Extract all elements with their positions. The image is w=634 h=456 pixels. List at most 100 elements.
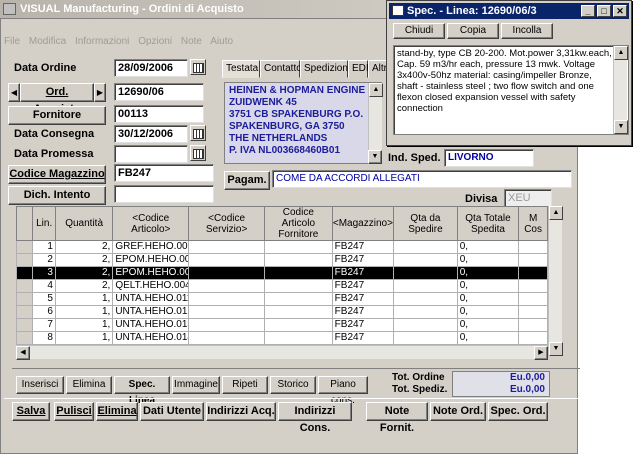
calendar-icon[interactable] — [190, 145, 206, 161]
cell-qtot[interactable]: 0, — [456, 318, 520, 332]
cell-m-cos[interactable] — [518, 292, 548, 306]
elimina-line-button[interactable]: Elimina — [66, 376, 112, 394]
address-dropdown-button[interactable]: ▼ — [368, 150, 382, 164]
cell-art[interactable]: GREF.HEHO.003 — [112, 240, 190, 254]
fornitore-field[interactable]: 00113 — [114, 105, 204, 123]
cell-art[interactable]: UNTA.HEHO.013 — [112, 318, 190, 332]
menu-aiuto[interactable]: Aiuto — [210, 36, 233, 47]
row-indicator[interactable] — [15, 279, 34, 293]
pagam-button[interactable]: Pagam. — [224, 171, 270, 190]
elimina-button[interactable]: Elimina — [96, 402, 138, 421]
table-row[interactable]: 5 1, UNTA.HEHO.011 FB247 0, — [15, 292, 548, 306]
row-indicator[interactable] — [15, 292, 34, 306]
menu-modifica[interactable]: Modifica — [29, 36, 66, 47]
scroll-right-icon[interactable]: ▶ — [534, 346, 548, 360]
note-ord-button[interactable]: Note Ord. — [430, 402, 486, 421]
menu-file[interactable]: File — [4, 36, 20, 47]
codice-magazzino-field[interactable]: FB247 — [114, 164, 214, 182]
codice-magazzino-button[interactable]: Codice Magazzino — [8, 165, 106, 184]
cell-mag[interactable]: FB247 — [331, 305, 395, 319]
cell-qtot[interactable]: 0, — [456, 279, 520, 293]
maximize-icon[interactable]: □ — [597, 5, 611, 17]
cell-serv[interactable] — [188, 266, 266, 280]
cell-serv[interactable] — [188, 305, 266, 319]
table-hscrollbar[interactable]: ◀ ▶ — [16, 345, 548, 360]
copia-button[interactable]: Copia — [447, 23, 499, 39]
data-consegna-field[interactable]: 30/12/2006 — [114, 125, 188, 143]
cell-qty[interactable]: 1, — [54, 292, 114, 306]
cell-qty[interactable]: 1, — [54, 305, 114, 319]
cell-qsped[interactable] — [393, 331, 458, 345]
cell-qsped[interactable] — [393, 318, 458, 332]
cell-m-cos[interactable] — [518, 253, 548, 267]
cell-m-cos[interactable] — [518, 318, 548, 332]
ord-acquisto-button[interactable]: Ord. Acquisto — [20, 83, 94, 115]
cell-qtot[interactable]: 0, — [456, 253, 520, 267]
cell-art[interactable]: UNTA.HEHO.011 — [112, 292, 190, 306]
tab-testata[interactable]: Testata — [222, 60, 260, 78]
menu-note[interactable]: Note — [181, 36, 202, 47]
col-codice-servizio[interactable]: <Codice Servizio> — [188, 206, 266, 241]
cell-qtot[interactable]: 0, — [456, 266, 520, 280]
col-codice-articolo-fornitore[interactable]: Codice Articolo Fornitore — [264, 206, 333, 241]
cell-serv[interactable] — [188, 318, 266, 332]
table-row[interactable]: 1 2, GREF.HEHO.003 FB247 0, — [15, 240, 548, 254]
row-indicator[interactable] — [15, 253, 34, 267]
chiudi-button[interactable]: Chiudi — [393, 23, 445, 39]
menu-opzioni[interactable]: Opzioni — [138, 36, 172, 47]
cell-qty[interactable]: 2, — [54, 279, 114, 293]
tab-contatto[interactable]: Contatto — [260, 60, 302, 78]
cell-art[interactable]: UNTA.HEHO.014 — [112, 331, 190, 345]
cell-serv[interactable] — [188, 279, 266, 293]
cell-m-cos[interactable] — [518, 279, 548, 293]
cell-serv[interactable] — [188, 331, 266, 345]
divisa-select[interactable]: XEU — [504, 189, 552, 207]
cell-mag[interactable]: FB247 — [331, 292, 395, 306]
table-scrollbar[interactable]: ▲ ▼ — [548, 206, 563, 356]
cell-mag[interactable]: FB247 — [331, 240, 395, 254]
col-m-cos[interactable]: M Cos — [518, 206, 548, 241]
close-icon[interactable]: ✕ — [613, 5, 627, 17]
col-quantita[interactable]: Quantità — [54, 206, 114, 241]
row-indicator[interactable] — [15, 240, 34, 254]
piano-cons-button[interactable]: Piano cons. — [318, 376, 368, 406]
scroll-up-icon[interactable]: ▲ — [369, 83, 383, 97]
cell-qty[interactable]: 2, — [54, 266, 114, 280]
col-qta-totale-spedita[interactable]: Qta Totale Spedita — [456, 206, 520, 241]
cell-m-cos[interactable] — [518, 266, 548, 280]
storico-button[interactable]: Storico — [270, 376, 316, 394]
cell-qtot[interactable]: 0, — [456, 240, 520, 254]
col-qta-da-spedire[interactable]: Qta da Spedire — [393, 206, 458, 241]
col-lin[interactable]: Lin. — [32, 206, 56, 241]
cell-qtot[interactable]: 0, — [456, 292, 520, 306]
cell-forn[interactable] — [264, 240, 333, 254]
cell-lin[interactable]: 8 — [32, 331, 56, 345]
cell-mag[interactable]: FB247 — [331, 253, 395, 267]
cell-art[interactable]: EPOM.HEHO.007 — [112, 266, 190, 280]
scroll-down-icon[interactable]: ▼ — [614, 120, 628, 134]
next-order-button[interactable]: ▶ — [94, 83, 106, 102]
scroll-up-icon[interactable]: ▲ — [549, 206, 563, 220]
spec-scrollbar[interactable]: ▲ ▼ — [613, 46, 628, 134]
note-fornit-button[interactable]: Note Fornit. — [366, 402, 428, 434]
cell-lin[interactable]: 1 — [32, 240, 56, 254]
indirizzi-cons-button[interactable]: Indirizzi Cons. — [278, 402, 352, 434]
cell-mag[interactable]: FB247 — [331, 266, 395, 280]
table-row[interactable]: 6 1, UNTA.HEHO.012 FB247 0, — [15, 305, 548, 319]
cell-lin[interactable]: 7 — [32, 318, 56, 332]
cell-art[interactable]: QELT.HEHO.004 — [112, 279, 190, 293]
scroll-up-icon[interactable]: ▲ — [614, 46, 628, 60]
col-magazzino[interactable]: <Magazzino> — [331, 206, 395, 241]
scroll-left-icon[interactable]: ◀ — [16, 346, 30, 360]
cell-lin[interactable]: 2 — [32, 253, 56, 267]
menu-informazioni[interactable]: Informazioni — [75, 36, 129, 47]
cell-mag[interactable]: FB247 — [331, 279, 395, 293]
cell-lin[interactable]: 3 — [32, 266, 56, 280]
table-row[interactable]: 2 2, EPOM.HEHO.006 FB247 0, — [15, 253, 548, 267]
cell-forn[interactable] — [264, 253, 333, 267]
cell-forn[interactable] — [264, 318, 333, 332]
cell-qty[interactable]: 2, — [54, 253, 114, 267]
dati-utente-button[interactable]: Dati Utente — [140, 402, 204, 421]
tab-edi[interactable]: EDI — [348, 60, 369, 78]
cell-forn[interactable] — [264, 266, 333, 280]
